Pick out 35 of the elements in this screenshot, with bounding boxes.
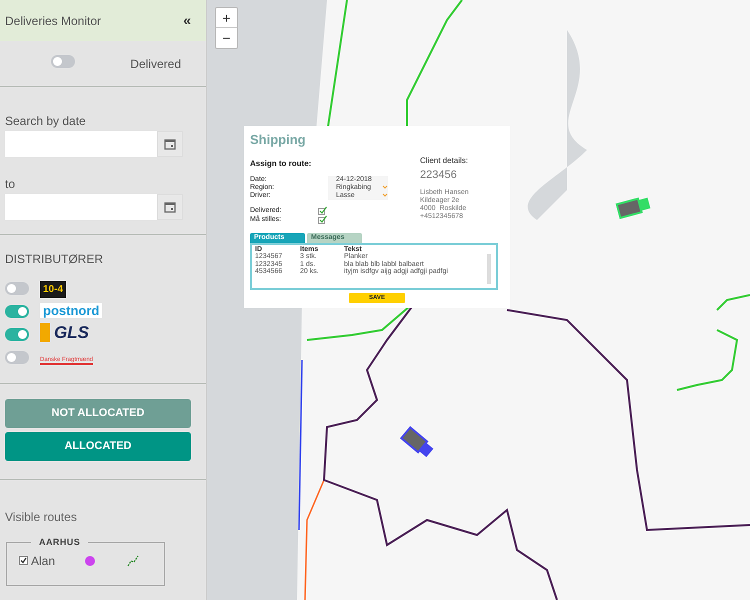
client-heading: Client details: [420, 154, 469, 166]
group-name: AARHUS [38, 536, 82, 549]
popup-title: Shipping [250, 131, 307, 149]
date-input[interactable] [5, 131, 157, 157]
assign-heading: Assign to route: [250, 158, 312, 170]
distributor-logo: 10-4 [40, 281, 66, 298]
distributor-toggle[interactable] [5, 304, 29, 318]
scrollbar [487, 254, 491, 284]
distributor-toggle[interactable] [5, 328, 29, 340]
checkbox[interactable] [318, 206, 327, 214]
distributor-toggle[interactable] [5, 282, 29, 294]
route-line-icon [127, 554, 140, 566]
distributor-toggle[interactable] [5, 350, 29, 364]
calendar-icon [164, 138, 176, 150]
allocation-button[interactable]: ALLOCATED [5, 432, 191, 461]
distributors-heading: DISTRIBUTØRER [5, 251, 104, 268]
checkbox[interactable] [318, 214, 327, 224]
calendar-button[interactable] [157, 194, 183, 220]
zoom-in-button[interactable]: + [216, 8, 237, 28]
app-title: Deliveries Monitor [5, 12, 102, 30]
delivered-label: Delivered [130, 56, 181, 72]
route-checkbox[interactable] [19, 556, 28, 565]
to-label: to [5, 177, 16, 191]
delivered-toggle[interactable] [51, 54, 75, 68]
zoom-out-button[interactable]: − [216, 28, 237, 48]
calendar-button[interactable] [157, 131, 183, 157]
client-number: 223456 [420, 168, 458, 182]
calendar-icon [164, 201, 176, 213]
distributor-logo: postnord [40, 303, 102, 318]
date-input[interactable] [5, 194, 157, 220]
collapse-button[interactable]: « [183, 10, 201, 31]
driver-name: Alan [31, 552, 56, 570]
distributor-logo: GLS [40, 323, 89, 342]
search-label: Search by date [5, 114, 87, 128]
routes-heading: Visible routes [5, 509, 78, 526]
